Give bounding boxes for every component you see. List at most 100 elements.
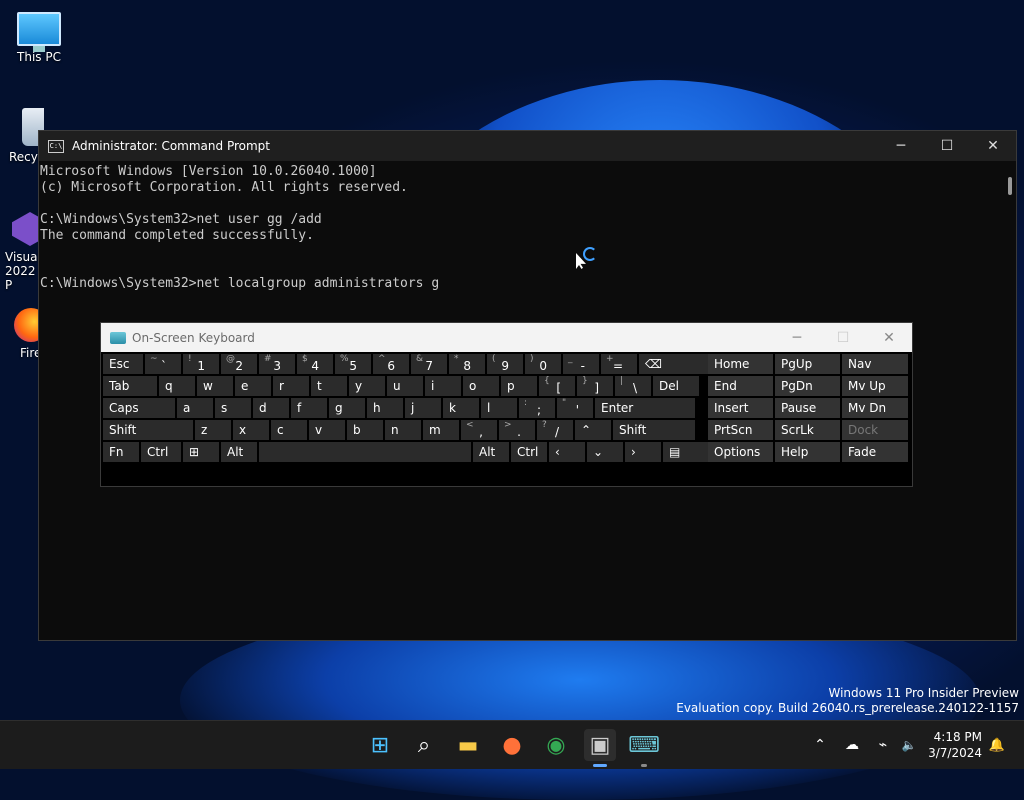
- osk-key-[interactable]: ▤: [663, 442, 709, 462]
- osk-key-Esc[interactable]: Esc: [103, 354, 143, 374]
- osk-key-w[interactable]: w: [197, 376, 233, 396]
- file-explorer-icon[interactable]: ▬: [452, 729, 484, 761]
- osk-key-h[interactable]: h: [367, 398, 403, 418]
- osk-key-2[interactable]: @2: [221, 354, 257, 374]
- maximize-button[interactable]: ☐: [924, 131, 970, 161]
- osk-key-[interactable]: " ': [557, 398, 593, 418]
- system-clock[interactable]: 4:18 PM 3/7/2024: [928, 729, 982, 761]
- osk-maximize-button[interactable]: ☐: [820, 323, 866, 353]
- osk-key-f[interactable]: f: [291, 398, 327, 418]
- volume-icon[interactable]: 🔈: [898, 721, 920, 769]
- osk-key-s[interactable]: s: [215, 398, 251, 418]
- osk-key-u[interactable]: u: [387, 376, 423, 396]
- cmd-title-bar[interactable]: C:\ Administrator: Command Prompt ─ ☐ ✕: [39, 131, 1016, 161]
- osk-key-c[interactable]: c: [271, 420, 307, 440]
- osk-key-l[interactable]: l: [481, 398, 517, 418]
- osk-key-x[interactable]: x: [233, 420, 269, 440]
- minimize-button[interactable]: ─: [878, 131, 924, 161]
- osk-key-4[interactable]: $4: [297, 354, 333, 374]
- osk-key-[interactable]: <,: [461, 420, 497, 440]
- osk-key-mvup[interactable]: Mv Up: [842, 376, 908, 396]
- osk-key-0[interactable]: ) 0: [525, 354, 561, 374]
- osk-close-button[interactable]: ✕: [866, 323, 912, 353]
- osk-key-end[interactable]: End: [708, 376, 773, 396]
- start-icon[interactable]: ⊞: [364, 729, 396, 761]
- osk-key-o[interactable]: o: [463, 376, 499, 396]
- osk-key-k[interactable]: k: [443, 398, 479, 418]
- osk-key-space[interactable]: [259, 442, 471, 462]
- osk-key-home[interactable]: Home: [708, 354, 773, 374]
- osk-key-Shift[interactable]: Shift: [613, 420, 695, 440]
- osk-key-Fn[interactable]: Fn: [103, 442, 139, 462]
- osk-key-Tab[interactable]: Tab: [103, 376, 157, 396]
- osk-key-Caps[interactable]: Caps: [103, 398, 175, 418]
- search-icon[interactable]: ⌕: [408, 729, 440, 761]
- osk-key-Alt[interactable]: Alt: [473, 442, 509, 462]
- firefox-icon[interactable]: ●: [496, 729, 528, 761]
- osk-key-j[interactable]: j: [405, 398, 441, 418]
- osk-key-e[interactable]: e: [235, 376, 271, 396]
- osk-key-[interactable]: ~ `: [145, 354, 181, 374]
- on-screen-keyboard-icon[interactable]: ⌨: [628, 729, 660, 767]
- network-icon[interactable]: ⌁: [874, 721, 892, 769]
- osk-key-r[interactable]: r: [273, 376, 309, 396]
- osk-key-pause[interactable]: Pause: [775, 398, 840, 418]
- osk-key-[interactable]: ⌃: [575, 420, 611, 440]
- osk-key-options[interactable]: Options: [708, 442, 773, 462]
- osk-key-Ctrl[interactable]: Ctrl: [511, 442, 547, 462]
- desktop-icon-visual-studio[interactable]: Visual 2022 P: [0, 212, 40, 292]
- osk-key-m[interactable]: m: [423, 420, 459, 440]
- osk-key-[interactable]: ⌫: [639, 354, 717, 374]
- osk-key-Shift[interactable]: Shift: [103, 420, 193, 440]
- osk-key-p[interactable]: p: [501, 376, 537, 396]
- show-hidden-icons-chevron-icon[interactable]: ⌃: [810, 721, 830, 769]
- osk-key-[interactable]: ⌄: [587, 442, 623, 462]
- osk-minimize-button[interactable]: ─: [774, 323, 820, 353]
- osk-key-g[interactable]: g: [329, 398, 365, 418]
- osk-key-Del[interactable]: Del: [653, 376, 699, 396]
- desktop-icon-firefox[interactable]: Fire: [0, 308, 40, 360]
- osk-key-b[interactable]: b: [347, 420, 383, 440]
- osk-key-[interactable]: ›: [625, 442, 661, 462]
- osk-key-6[interactable]: ^ 6: [373, 354, 409, 374]
- terminal-icon[interactable]: ▣: [584, 729, 616, 767]
- osk-key-fade[interactable]: Fade: [842, 442, 908, 462]
- osk-key-Alt[interactable]: Alt: [221, 442, 257, 462]
- osk-key-9[interactable]: (9: [487, 354, 523, 374]
- osk-key-8[interactable]: * 8: [449, 354, 485, 374]
- osk-key-z[interactable]: z: [195, 420, 231, 440]
- osk-key-insert[interactable]: Insert: [708, 398, 773, 418]
- osk-key-[interactable]: {[: [539, 376, 575, 396]
- chrome-icon[interactable]: ◉: [540, 729, 572, 761]
- osk-key-y[interactable]: y: [349, 376, 385, 396]
- osk-key-help[interactable]: Help: [775, 442, 840, 462]
- osk-key-[interactable]: :;: [519, 398, 555, 418]
- osk-key-t[interactable]: t: [311, 376, 347, 396]
- osk-key-i[interactable]: i: [425, 376, 461, 396]
- osk-key-1[interactable]: ! 1: [183, 354, 219, 374]
- osk-key-[interactable]: + =: [601, 354, 637, 374]
- osk-key-[interactable]: ⊞: [183, 442, 219, 462]
- on-screen-keyboard-window[interactable]: On-Screen Keyboard ─ ☐ ✕ Esc ~ `! 1 @2 #3 $4% 5…: [100, 322, 913, 487]
- osk-key-Ctrl[interactable]: Ctrl: [141, 442, 181, 462]
- cmd-scrollbar-thumb[interactable]: [1008, 177, 1012, 195]
- osk-key-scrlk[interactable]: ScrLk: [775, 420, 840, 440]
- osk-key-[interactable]: }]: [577, 376, 613, 396]
- osk-key-5[interactable]: % 5: [335, 354, 371, 374]
- osk-key-7[interactable]: & 7: [411, 354, 447, 374]
- osk-key-pgup[interactable]: PgUp: [775, 354, 840, 374]
- osk-key-[interactable]: >.: [499, 420, 535, 440]
- osk-key-Enter[interactable]: Enter: [595, 398, 695, 418]
- osk-title-bar[interactable]: On-Screen Keyboard ─ ☐ ✕: [101, 323, 912, 352]
- osk-key-pgdn[interactable]: PgDn: [775, 376, 840, 396]
- osk-key-[interactable]: _ -: [563, 354, 599, 374]
- osk-key-[interactable]: | \: [615, 376, 651, 396]
- notification-bell-icon[interactable]: 🔔: [986, 721, 1008, 769]
- osk-key-prtscn[interactable]: PrtScn: [708, 420, 773, 440]
- osk-key-a[interactable]: a: [177, 398, 213, 418]
- osk-key-nav[interactable]: Nav: [842, 354, 908, 374]
- osk-key-v[interactable]: v: [309, 420, 345, 440]
- osk-key-n[interactable]: n: [385, 420, 421, 440]
- onedrive-icon[interactable]: ☁: [842, 721, 862, 769]
- osk-key-3[interactable]: #3: [259, 354, 295, 374]
